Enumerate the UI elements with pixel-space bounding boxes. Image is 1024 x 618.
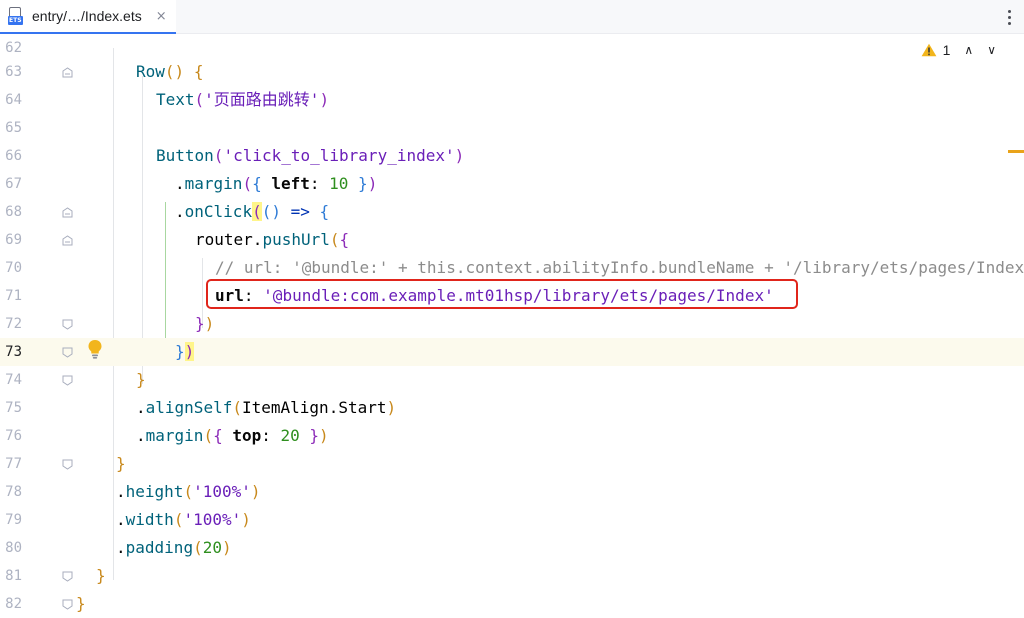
code-line: 67 .margin({ left: 10 }) (0, 170, 1024, 198)
code-line: 63 Row() { (0, 58, 1024, 86)
fold-icon[interactable] (62, 207, 73, 218)
ets-file-icon: ETS (8, 7, 24, 25)
code-line: 66 Button('click_to_library_index') (0, 142, 1024, 170)
code-line: 75 .alignSelf(ItemAlign.Start) (0, 394, 1024, 422)
code-text: Text('页面路由跳转') (156, 90, 330, 109)
chevron-up-icon[interactable]: ∧ (964, 43, 973, 57)
code-text: } (116, 454, 126, 473)
code-text: .margin({ left: 10 }) (175, 174, 378, 193)
code-text: .onClick(() => { (175, 202, 330, 221)
close-icon[interactable]: × (156, 9, 167, 24)
tab-index-ets[interactable]: ETS entry/…/Index.ets × (0, 0, 176, 34)
line-number: 73 (5, 344, 22, 360)
code-text: .padding(20) (116, 538, 232, 557)
highlight-box (206, 279, 798, 309)
code-line: 79 .width('100%') (0, 506, 1024, 534)
line-number: 70 (5, 260, 22, 276)
code-line: 70 // url: '@bundle:' + this.context.abi… (0, 254, 1024, 282)
code-line: 68 .onClick(() => { (0, 198, 1024, 226)
line-number: 68 (5, 204, 22, 220)
code-text: } (76, 594, 86, 613)
line-number: 74 (5, 372, 22, 388)
line-number: 77 (5, 456, 22, 472)
lightbulb-icon[interactable] (86, 338, 104, 360)
fold-icon[interactable] (62, 347, 73, 358)
line-number: 81 (5, 568, 22, 584)
code-text: } (136, 370, 146, 389)
line-number: 66 (5, 148, 22, 164)
code-line: 80 .padding(20) (0, 534, 1024, 562)
fold-icon[interactable] (62, 571, 73, 582)
line-number: 82 (5, 596, 22, 612)
fold-icon[interactable] (62, 599, 73, 610)
line-number: 71 (5, 288, 22, 304)
code-editor[interactable]: 62 63 Row() { 64 Text('页面路由跳转') 65 66 Bu… (0, 34, 1024, 618)
code-line: 77 } (0, 450, 1024, 478)
line-number: 75 (5, 400, 22, 416)
code-line: 76 .margin({ top: 20 }) (0, 422, 1024, 450)
code-line: 81 } (0, 562, 1024, 590)
line-number: 69 (5, 232, 22, 248)
tab-title: entry/…/Index.ets (32, 8, 142, 24)
code-line-current: 73 }) (0, 338, 1024, 366)
fold-icon[interactable] (62, 375, 73, 386)
line-number: 63 (5, 64, 22, 80)
line-number: 64 (5, 92, 22, 108)
fold-icon[interactable] (62, 67, 73, 78)
code-text: .height('100%') (116, 482, 261, 501)
line-number: 78 (5, 484, 22, 500)
more-options-icon[interactable] (1002, 6, 1016, 28)
inspection-widget[interactable]: 1 ∧ ∨ (921, 40, 996, 60)
line-number: 65 (5, 120, 22, 136)
line-number: 67 (5, 176, 22, 192)
error-stripe-marker[interactable] (1008, 150, 1024, 153)
code-text: Button('click_to_library_index') (156, 146, 465, 165)
code-line: 82 } (0, 590, 1024, 618)
code-text: .width('100%') (116, 510, 251, 529)
fold-icon[interactable] (62, 459, 73, 470)
code-text: .margin({ top: 20 }) (136, 426, 329, 445)
fold-icon[interactable] (62, 235, 73, 246)
code-line: 78 .height('100%') (0, 478, 1024, 506)
warning-icon (921, 43, 937, 57)
code-text: Row() { (136, 62, 204, 81)
code-text: } (96, 566, 106, 585)
line-number: 76 (5, 428, 22, 444)
code-line: 74 } (0, 366, 1024, 394)
code-text: .alignSelf(ItemAlign.Start) (136, 398, 397, 417)
chevron-down-icon[interactable]: ∨ (987, 43, 996, 57)
code-line: 64 Text('页面路由跳转') (0, 86, 1024, 114)
line-number: 80 (5, 540, 22, 556)
code-text: }) (175, 342, 195, 361)
code-text: router.pushUrl({ (195, 230, 350, 249)
code-line: 72 }) (0, 310, 1024, 338)
code-text: }) (195, 314, 215, 333)
code-line: 65 (0, 114, 1024, 142)
code-line: 69 router.pushUrl({ (0, 226, 1024, 254)
line-number: 72 (5, 316, 22, 332)
editor-tab-bar: ETS entry/…/Index.ets × (0, 0, 1024, 34)
warning-count: 1 (942, 42, 951, 58)
fold-icon[interactable] (62, 319, 73, 330)
code-comment: // url: '@bundle:' + this.context.abilit… (215, 258, 1024, 277)
line-number: 79 (5, 512, 22, 528)
